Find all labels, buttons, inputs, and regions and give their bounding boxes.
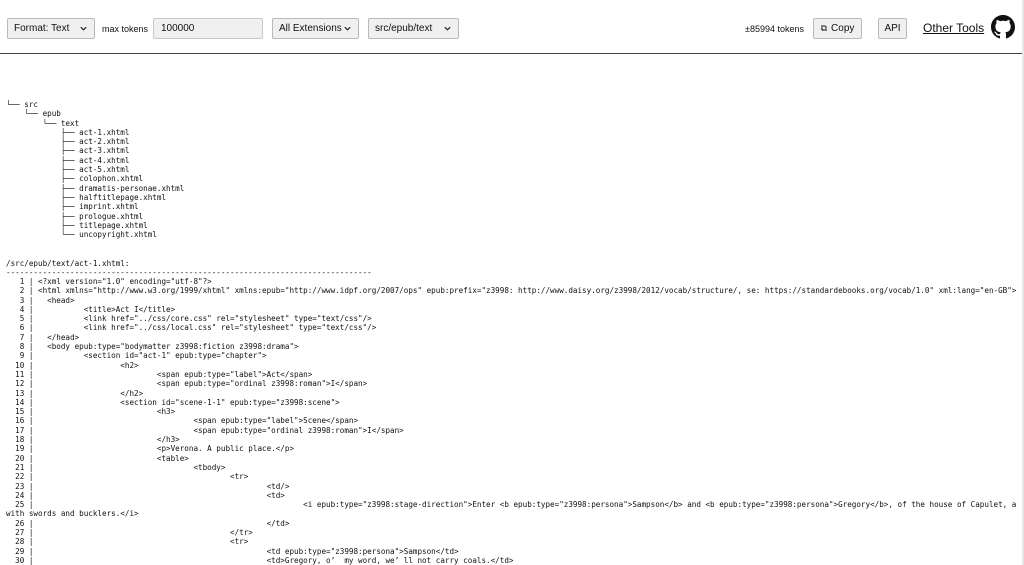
tree-item: └── epub [6, 109, 61, 119]
tree-item: ├── halftitlepage.xhtml [6, 192, 167, 202]
code-line: 3 | <head> [6, 295, 75, 305]
extensions-select[interactable]: All Extensions [272, 18, 359, 39]
code-line: 11 | <span epub:type="label">Act</span> [6, 369, 313, 379]
format-select[interactable]: Format: Text [7, 18, 95, 39]
code-line: 10 | <h2> [6, 360, 139, 370]
copy-icon: ⧉ [820, 23, 828, 33]
tree-item: ├── act-5.xhtml [6, 165, 130, 175]
api-button-label: API [884, 23, 901, 34]
code-line: 19 | <p>Verona. A public place.</p> [6, 444, 295, 454]
tree-item: └── src [6, 100, 39, 109]
tree-item: ├── colophon.xhtml [6, 174, 144, 184]
code-line: 23 | <td/> [6, 481, 290, 491]
code-line: 4 | <title>Act I</title> [6, 304, 176, 314]
toolbar: Format: Text max tokens 100000 All Exten… [0, 0, 1024, 54]
code-listing: 1 | <?xml version="1.0" encoding="utf-8"… [6, 277, 1016, 565]
code-line: 1 | <?xml version="1.0" encoding="utf-8"… [6, 277, 212, 286]
extensions-select-value: All Extensions [279, 23, 342, 34]
max-tokens-label: max tokens [102, 24, 149, 34]
api-button[interactable]: API [878, 18, 907, 39]
code-line: 12 | <span epub:type="ordinal z3998:roma… [6, 379, 368, 389]
code-line: 13 | </h2> [6, 388, 144, 398]
code-line: 28 | <tr> [6, 537, 249, 547]
code-line: 2 | <html xmlns="http://www.w3.org/1999/… [6, 286, 1016, 296]
code-line: 17 | <span epub:type="ordinal z3998:roma… [6, 425, 404, 435]
code-line: 26 | </td> [6, 518, 290, 528]
tree-item: ├── act-1.xhtml [6, 127, 130, 137]
max-tokens-value: 100000 [161, 23, 195, 34]
max-tokens-input[interactable]: 100000 [153, 18, 263, 39]
code-line: 6 | <link href="../css/local.css" rel="s… [6, 323, 377, 333]
tree-item: └── text [6, 118, 80, 128]
code-line: 14 | <section id="scene-1-1" epub:type="… [6, 397, 340, 407]
tree-item: ├── act-4.xhtml [6, 155, 130, 165]
github-icon[interactable] [991, 15, 1015, 39]
code-line: 24 | <td> [6, 490, 285, 500]
other-tools-link[interactable]: Other Tools [923, 21, 984, 35]
token-count: ±85994 tokens [745, 24, 804, 34]
copy-button-label: Copy [831, 23, 855, 34]
file-tree: └── src └── epub └── text ├── act-1.xhtm… [6, 100, 184, 239]
chevron-down-icon [444, 26, 451, 31]
chevron-down-icon [80, 26, 87, 31]
code-line: 22 | <tr> [6, 472, 249, 482]
code-line: 15 | <h3> [6, 407, 176, 417]
code-line: 8 | <body epub:type="bodymatter z3998:fi… [6, 342, 299, 352]
code-line: 20 | <table> [6, 453, 189, 463]
tree-item: ├── dramatis-personae.xhtml [6, 183, 185, 193]
file-header: /src/epub/text/act-1.xhtml: [6, 259, 130, 268]
code-line: 18 | </h3> [6, 435, 180, 445]
code-line: 7 | </head> [6, 332, 80, 342]
format-select-value: Format: Text [14, 23, 70, 34]
copy-button[interactable]: ⧉ Copy [813, 18, 862, 39]
code-line: with swords and bucklers.</i> [6, 509, 139, 519]
code-line: 30 | <td>Gregory, o’ my word, we’ ll not… [6, 555, 514, 565]
path-select-value: src/epub/text [375, 23, 433, 34]
path-select[interactable]: src/epub/text [368, 18, 459, 39]
tree-item: ├── imprint.xhtml [6, 202, 139, 212]
code-line: 9 | <section id="act-1" epub:type="chapt… [6, 351, 267, 361]
tree-item: ├── act-3.xhtml [6, 146, 130, 156]
code-line: 29 | <td epub:type="z3998:persona">Samps… [6, 546, 459, 556]
chevron-down-icon [344, 26, 351, 31]
separator-line: ----------------------------------------… [6, 268, 372, 277]
tree-item: └── uncopyright.xhtml [6, 230, 157, 240]
code-line: 25 | <i epub:type="z3998:stage-direction… [6, 500, 1016, 510]
tree-item: ├── prologue.xhtml [6, 211, 144, 221]
tree-item: ├── titlepage.xhtml [6, 220, 148, 230]
code-line: 21 | <tbody> [6, 462, 226, 472]
code-line: 27 | </tr> [6, 528, 253, 538]
code-line: 5 | <link href="../css/core.css" rel="st… [6, 314, 372, 324]
code-line: 16 | <span epub:type="label">Scene</span… [6, 416, 359, 426]
